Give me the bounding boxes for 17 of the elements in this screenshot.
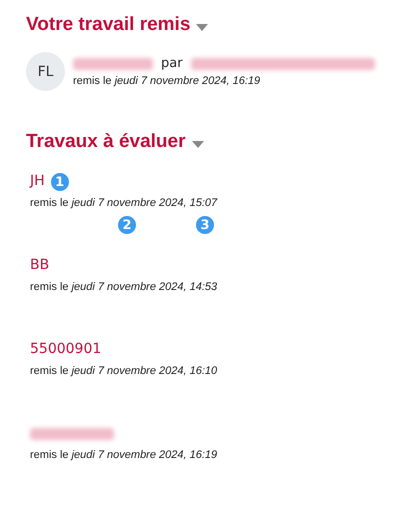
- avatar: FL: [26, 52, 65, 91]
- submission-date: remis le jeudi 7 novembre 2024, 16:19: [30, 449, 218, 461]
- number-marker: 1: [50, 173, 69, 191]
- submission-date: remis le jeudi 7 novembre 2024, 16:19: [73, 75, 262, 87]
- number-marker: 3: [196, 216, 214, 234]
- student-name-link[interactable]: 55000901: [30, 341, 102, 357]
- caret-icon[interactable]: [192, 141, 204, 148]
- student-name-link[interactable]: BB: [30, 257, 50, 273]
- submission-date: remis le jeudi 7 novembre 2024, 15:07: [30, 197, 218, 209]
- student-name-link[interactable]: JH: [30, 173, 45, 189]
- number-marker: 2: [118, 216, 136, 234]
- caret-icon[interactable]: [196, 24, 208, 31]
- section-heading: Travaux à évaluer: [26, 131, 186, 153]
- section-heading: Votre travail remis: [26, 14, 190, 36]
- by-label: par: [161, 56, 183, 71]
- submission-date: remis le jeudi 7 novembre 2024, 14:53: [30, 281, 218, 293]
- submission-date: remis le jeudi 7 novembre 2024, 16:10: [30, 365, 218, 377]
